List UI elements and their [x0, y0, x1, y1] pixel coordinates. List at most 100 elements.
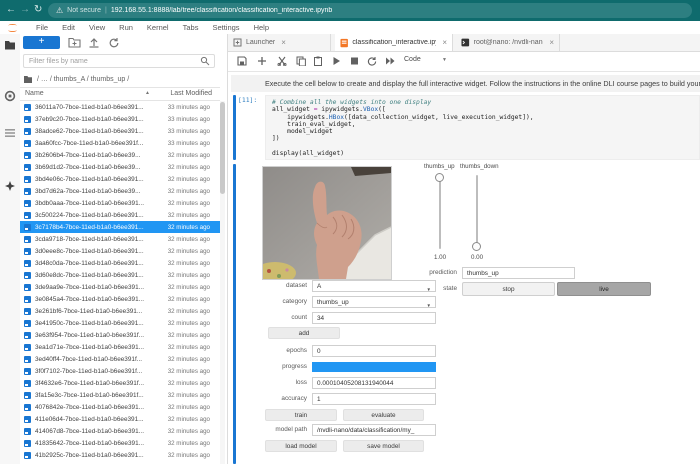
model-path-field[interactable]: /nvdli-nano/data/classification/my_	[312, 424, 436, 436]
upload-icon[interactable]	[88, 37, 100, 48]
close-tab-icon[interactable]: ×	[549, 38, 554, 47]
markdown-cell[interactable]: Execute the cell below to create and dis…	[231, 75, 700, 92]
active-cell-indicator[interactable]	[233, 95, 236, 160]
file-row[interactable]: 3f0f7102-7bce-11ed-b1a0-b6ee391f... 32 m…	[20, 365, 220, 377]
file-row[interactable]: 38adce62-7bce-11ed-b1a0-b6ee391... 33 mi…	[20, 125, 220, 137]
cut-cells-icon[interactable]	[277, 56, 287, 66]
file-row[interactable]: 3bd4e06c-7bce-11ed-b1a0-b6ee391... 32 mi…	[20, 173, 220, 185]
file-list-header[interactable]: Name ▲ Last Modified	[20, 87, 220, 101]
file-row[interactable]: 3c500224-7bce-11ed-b1a0-b6ee391... 32 mi…	[20, 209, 220, 221]
file-row[interactable]: 3d48c0da-7bce-11ed-b1a0-b6ee391... 32 mi…	[20, 257, 220, 269]
file-browser-icon[interactable]	[4, 40, 16, 51]
dataset-select[interactable]: A ▼	[312, 280, 436, 292]
extension-manager-icon[interactable]	[4, 180, 16, 192]
file-row[interactable]: 3bdb0aaa-7bce-11ed-b1a0-b6ee391... 32 mi…	[20, 197, 220, 209]
file-row[interactable]: 3e41950c-7bce-11ed-b1a0-b6ee391... 32 mi…	[20, 317, 220, 329]
menu-file[interactable]: File	[29, 23, 55, 32]
thumbs-down-slider[interactable]	[476, 175, 478, 249]
run-cell-icon[interactable]	[332, 56, 341, 66]
tab-launcher[interactable]: Launcher ×	[228, 34, 331, 51]
file-row[interactable]: 3bd7d62a-7bce-11ed-b1a0-b6ee39... 32 min…	[20, 185, 220, 197]
column-name[interactable]: Name	[25, 90, 44, 97]
running-kernels-icon[interactable]	[4, 90, 16, 102]
copy-cells-icon[interactable]	[296, 56, 306, 66]
paste-cells-icon[interactable]	[313, 56, 323, 66]
close-tab-icon[interactable]: ×	[281, 38, 286, 47]
thumbs-down-slider-handle[interactable]	[472, 242, 481, 251]
file-row[interactable]: 3e63f954-7bce-11ed-b1a0-b6ee391f... 32 m…	[20, 329, 220, 341]
browser-back-icon[interactable]: ←	[6, 3, 16, 17]
file-row[interactable]: 36011a70-7bce-11ed-b1a0-b6ee391... 33 mi…	[20, 101, 220, 113]
address-bar[interactable]: ⚠ Not secure | 192.168.55.1:8888/lab/tre…	[48, 3, 692, 18]
column-last-modified[interactable]: Last Modified	[170, 90, 212, 97]
category-select[interactable]: thumbs_up ▼	[312, 296, 436, 308]
refresh-files-icon[interactable]	[108, 37, 120, 49]
save-model-button[interactable]: save model	[343, 440, 424, 452]
menu-kernel[interactable]: Kernel	[140, 23, 176, 32]
save-icon[interactable]	[237, 56, 247, 66]
add-button[interactable]: add	[268, 327, 340, 339]
accuracy-field[interactable]: 1	[312, 393, 436, 405]
file-row[interactable]: 37eb9c20-7bce-11ed-b1a0-b6ee391... 33 mi…	[20, 113, 220, 125]
file-row[interactable]: 3b69d1d2-7bce-11ed-b1a0-b6ee39... 32 min…	[20, 161, 220, 173]
file-row[interactable]: 3fa15e3c-7bce-11ed-b1a0-b6ee391f... 32 m…	[20, 389, 220, 401]
cell-type-select[interactable]: Code	[404, 56, 421, 63]
close-tab-icon[interactable]: ×	[442, 38, 447, 47]
scrollbar-thumb[interactable]	[220, 102, 225, 194]
command-palette-icon[interactable]	[4, 128, 16, 138]
file-row[interactable]: 3b2606b4-7bce-11ed-b1a0-b6ee39... 32 min…	[20, 149, 220, 161]
file-row[interactable]: 3de9aa9e-7bce-11ed-b1a0-b6ee391... 32 mi…	[20, 281, 220, 293]
file-row[interactable]: 3c7178b4-7bce-11ed-b1a0-b6ee391... 32 mi…	[20, 221, 220, 233]
epochs-field[interactable]: 0	[312, 345, 436, 357]
new-launcher-button[interactable]: +	[23, 36, 60, 49]
loss-field[interactable]: 0.00010405208131940044	[312, 377, 436, 389]
file-row[interactable]: 3aa60fcc-7bce-11ed-b1a0-b6ee391f... 33 m…	[20, 137, 220, 149]
home-folder-icon[interactable]	[23, 75, 33, 84]
file-row[interactable]: 3ed40ff4-7bce-11ed-b1a0-b6ee391f... 32 m…	[20, 353, 220, 365]
browser-forward-icon[interactable]: →	[20, 3, 30, 17]
file-row[interactable]: 3ea1d71e-7bce-11ed-b1a0-b6ee391... 32 mi…	[20, 341, 220, 353]
filter-files-input[interactable]: Filter files by name	[23, 54, 215, 68]
tab-classification-interactive[interactable]: classification_interactive.ipyn ×	[335, 34, 453, 51]
load-model-button[interactable]: load model	[265, 440, 337, 452]
menu-tabs[interactable]: Tabs	[176, 23, 206, 32]
file-row[interactable]: 3f4632e6-7bce-11ed-b1a0-b6ee391f... 32 m…	[20, 377, 220, 389]
stop-kernel-icon[interactable]	[350, 56, 359, 66]
thumbs-up-slider[interactable]	[439, 175, 441, 249]
file-row[interactable]: 3cda9718-7bce-11ed-b1a0-b6ee391... 32 mi…	[20, 233, 220, 245]
prediction-field[interactable]: thumbs_up	[462, 267, 575, 279]
code-cell[interactable]: # Combine all the widgets into one displ…	[265, 95, 700, 160]
count-field[interactable]: 34	[312, 312, 436, 324]
file-row[interactable]: 411e06d4-7bce-11ed-b1a0-b6ee391... 32 mi…	[20, 413, 220, 425]
file-browser-panel: + Filter files by name / … / thumbs_A / …	[20, 34, 228, 464]
breadcrumb[interactable]: / … / thumbs_A / thumbs_up /	[23, 73, 129, 85]
image-file-icon	[24, 427, 31, 435]
file-row[interactable]: 3d60e8dc-7bce-11ed-b1a0-b6ee391... 32 mi…	[20, 269, 220, 281]
menu-edit[interactable]: Edit	[55, 23, 82, 32]
file-row[interactable]: 41835642-7bce-11ed-b1a0-b6ee391... 32 mi…	[20, 437, 220, 449]
new-folder-icon[interactable]	[68, 37, 81, 48]
state-stop-button[interactable]: stop	[462, 282, 555, 296]
train-button[interactable]: train	[265, 409, 337, 421]
menu-view[interactable]: View	[82, 23, 112, 32]
restart-kernel-icon[interactable]	[367, 56, 377, 67]
file-row[interactable]: 3d0eee8c-7bce-11ed-b1a0-b6ee391... 32 mi…	[20, 245, 220, 257]
file-list-scrollbar[interactable]	[220, 101, 225, 464]
file-row[interactable]: 3e261bf6-7bce-11ed-b1a0-b6ee391... 32 mi…	[20, 305, 220, 317]
menu-help[interactable]: Help	[247, 23, 276, 32]
file-row[interactable]: 4076842e-7bce-11ed-b1a0-b6ee391... 32 mi…	[20, 401, 220, 413]
restart-run-all-icon[interactable]	[385, 56, 396, 66]
thumbs-up-slider-handle[interactable]	[435, 173, 444, 182]
file-row[interactable]: 3e0845a4-7bce-11ed-b1a0-b6ee391... 32 mi…	[20, 293, 220, 305]
insert-cell-icon[interactable]	[257, 56, 267, 66]
menu-settings[interactable]: Settings	[205, 23, 246, 32]
evaluate-button[interactable]: evaluate	[343, 409, 424, 421]
file-modified: 32 minutes ago	[167, 403, 210, 411]
file-row[interactable]: 414067d8-7bce-11ed-b1a0-b6ee391... 32 mi…	[20, 425, 220, 437]
file-name: 3b69d1d2-7bce-11ed-b1a0-b6ee39...	[35, 163, 141, 171]
state-live-button[interactable]: live	[557, 282, 651, 296]
browser-refresh-icon[interactable]: ↻	[34, 3, 42, 17]
menu-run[interactable]: Run	[112, 23, 140, 32]
file-row[interactable]: 41b2925c-7bce-11ed-b1a0-b6ee391... 32 mi…	[20, 449, 220, 461]
tab-terminal[interactable]: root@nano: /nvdli-nano ×	[456, 34, 560, 51]
